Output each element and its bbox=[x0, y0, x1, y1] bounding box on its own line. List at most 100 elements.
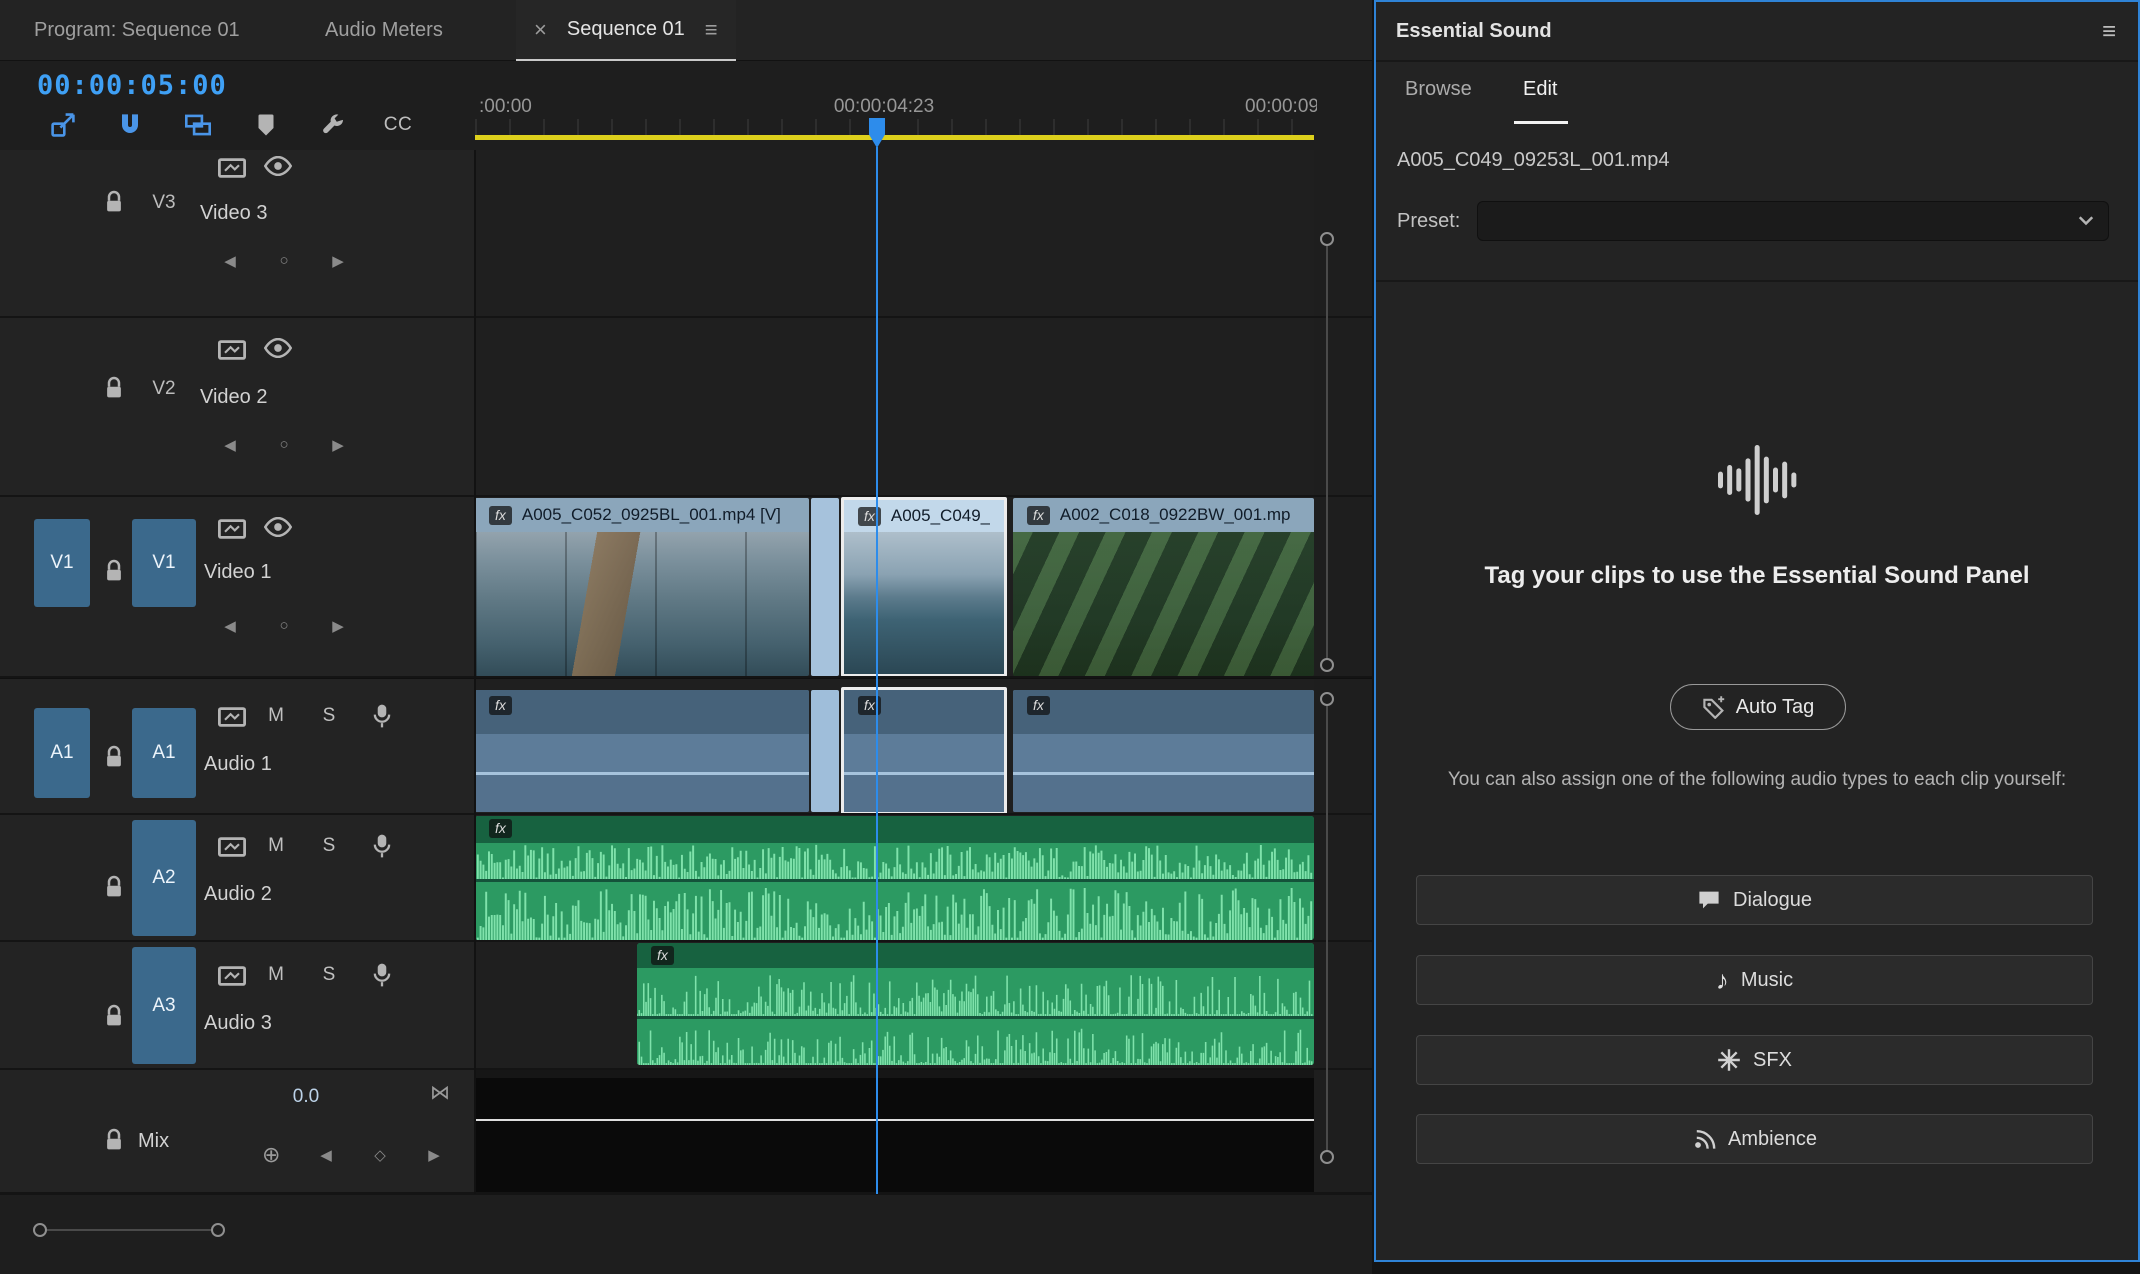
captions-icon[interactable]: CC bbox=[381, 109, 415, 141]
prev-keyframe-icon[interactable]: ◀ bbox=[218, 252, 242, 270]
add-keyframe-icon[interactable]: ○ bbox=[272, 617, 296, 635]
tab-browse[interactable]: Browse bbox=[1405, 78, 1472, 101]
track-content-a3[interactable]: fx bbox=[475, 942, 1314, 1068]
nest-toggle-icon[interactable] bbox=[46, 109, 80, 141]
fx-badge[interactable]: fx bbox=[1027, 505, 1050, 525]
prev-keyframe-icon[interactable]: ◀ bbox=[218, 436, 242, 454]
video-scrollbar[interactable] bbox=[1326, 246, 1328, 659]
timeline-settings-icon[interactable] bbox=[316, 109, 350, 141]
fx-badge[interactable]: fx bbox=[489, 819, 512, 838]
lock-icon[interactable] bbox=[104, 190, 124, 214]
track-content-mix[interactable] bbox=[475, 1070, 1314, 1192]
track-content-v3[interactable] bbox=[475, 150, 1314, 316]
track-target-a1[interactable]: A1 bbox=[132, 708, 196, 798]
fx-badge[interactable]: fx bbox=[489, 505, 512, 525]
track-content-a2[interactable]: fx bbox=[475, 815, 1314, 940]
transition-band[interactable] bbox=[811, 690, 839, 812]
sync-lock-icon[interactable] bbox=[218, 158, 246, 178]
panel-menu-icon[interactable]: ≡ bbox=[705, 17, 718, 43]
scrollbar-handle[interactable] bbox=[1320, 658, 1334, 672]
linked-selection-icon[interactable] bbox=[181, 109, 215, 141]
video-clip-selected[interactable]: fx A005_C049_ bbox=[841, 497, 1007, 676]
tab-edit[interactable]: Edit bbox=[1523, 78, 1557, 101]
add-marker-icon[interactable] bbox=[249, 109, 283, 141]
panel-menu-icon[interactable]: ≡ bbox=[2102, 18, 2116, 46]
prev-keyframe-icon[interactable]: ◀ bbox=[314, 1146, 338, 1164]
track-content-v2[interactable] bbox=[475, 318, 1314, 495]
zoom-handle-right[interactable] bbox=[211, 1223, 225, 1237]
lock-icon[interactable] bbox=[104, 1004, 124, 1028]
sync-lock-icon[interactable] bbox=[218, 966, 246, 986]
track-target-v1[interactable]: V1 bbox=[132, 519, 196, 607]
voiceover-mic-icon[interactable] bbox=[372, 833, 392, 859]
audio-clip-selected[interactable]: fx bbox=[841, 687, 1007, 813]
playhead[interactable] bbox=[869, 118, 885, 148]
volume-automation-line[interactable] bbox=[475, 1119, 1314, 1121]
tab-program-monitor[interactable]: Program: Sequence 01 bbox=[34, 0, 240, 61]
close-icon[interactable]: × bbox=[534, 17, 547, 43]
keyframe-range-icon[interactable]: ⋈ bbox=[430, 1080, 450, 1105]
mute-button[interactable]: M bbox=[263, 705, 289, 727]
solo-button[interactable]: S bbox=[316, 705, 342, 727]
preset-dropdown[interactable] bbox=[1477, 201, 2109, 241]
track-target-a2[interactable]: A2 bbox=[132, 820, 196, 936]
sync-lock-icon[interactable] bbox=[218, 519, 246, 539]
keyframe-diamond-icon[interactable]: ◇ bbox=[368, 1146, 392, 1164]
audio-clip[interactable]: fx bbox=[1013, 690, 1314, 812]
fx-badge[interactable]: fx bbox=[489, 696, 512, 715]
fx-badge[interactable]: fx bbox=[651, 946, 674, 965]
audio-clip[interactable]: fx bbox=[475, 690, 809, 812]
ambience-button[interactable]: Ambience bbox=[1416, 1114, 2093, 1164]
sync-lock-icon[interactable] bbox=[218, 837, 246, 857]
lock-icon[interactable] bbox=[104, 745, 124, 769]
add-keyframe-icon[interactable]: ○ bbox=[272, 252, 296, 270]
voiceover-mic-icon[interactable] bbox=[372, 703, 392, 729]
zoom-scrollbar[interactable] bbox=[46, 1229, 218, 1231]
video-clip[interactable]: fx A002_C018_0922BW_001.mp bbox=[1013, 498, 1314, 676]
track-target-v3[interactable]: V3 bbox=[132, 192, 196, 214]
next-keyframe-icon[interactable]: ▶ bbox=[422, 1146, 446, 1164]
playhead-timecode[interactable]: 00:00:05:00 bbox=[37, 70, 227, 101]
mix-gain-value[interactable]: 0.0 bbox=[282, 1086, 330, 1108]
source-patch-v1[interactable]: V1 bbox=[34, 519, 90, 607]
add-keyframe-icon[interactable]: ○ bbox=[272, 436, 296, 454]
work-area-bar[interactable] bbox=[475, 135, 1314, 140]
next-keyframe-icon[interactable]: ▶ bbox=[326, 252, 350, 270]
audio-clip-green[interactable]: fx bbox=[475, 816, 1314, 940]
fx-badge[interactable]: fx bbox=[1027, 696, 1050, 715]
track-target-a3[interactable]: A3 bbox=[132, 947, 196, 1064]
sfx-button[interactable]: SFX bbox=[1416, 1035, 2093, 1085]
lock-icon[interactable] bbox=[104, 559, 124, 583]
track-output-eye-icon[interactable] bbox=[264, 517, 292, 537]
solo-button[interactable]: S bbox=[316, 964, 342, 986]
solo-button[interactable]: S bbox=[316, 835, 342, 857]
voiceover-mic-icon[interactable] bbox=[372, 962, 392, 988]
mute-button[interactable]: M bbox=[263, 835, 289, 857]
lock-icon[interactable] bbox=[104, 1128, 124, 1152]
audio-clip-green[interactable]: fx bbox=[637, 943, 1314, 1065]
music-button[interactable]: ♪ Music bbox=[1416, 955, 2093, 1005]
scrollbar-handle[interactable] bbox=[1320, 1150, 1334, 1164]
sync-lock-icon[interactable] bbox=[218, 707, 246, 727]
tab-audio-meters[interactable]: Audio Meters bbox=[325, 0, 443, 61]
scrollbar-handle[interactable] bbox=[1320, 692, 1334, 706]
tab-sequence-01[interactable]: × Sequence 01 ≡ bbox=[516, 0, 736, 61]
dialogue-button[interactable]: Dialogue bbox=[1416, 875, 2093, 925]
auto-tag-button[interactable]: Auto Tag bbox=[1670, 684, 1846, 730]
lock-icon[interactable] bbox=[104, 376, 124, 400]
track-output-eye-icon[interactable] bbox=[264, 338, 292, 358]
transition-band[interactable] bbox=[811, 498, 839, 676]
track-target-v2[interactable]: V2 bbox=[132, 378, 196, 400]
track-content-a1[interactable]: fx fx fx bbox=[475, 679, 1314, 813]
sync-lock-icon[interactable] bbox=[218, 340, 246, 360]
scrollbar-handle[interactable] bbox=[1320, 232, 1334, 246]
prev-keyframe-icon[interactable]: ◀ bbox=[218, 617, 242, 635]
timeline-ruler[interactable]: :00:00 00:00:04:23 00:00:09: bbox=[475, 61, 1317, 150]
zoom-handle-left[interactable] bbox=[33, 1223, 47, 1237]
track-output-eye-icon[interactable] bbox=[264, 156, 292, 176]
lock-icon[interactable] bbox=[104, 875, 124, 899]
snap-icon[interactable] bbox=[113, 109, 147, 141]
next-keyframe-icon[interactable]: ▶ bbox=[326, 436, 350, 454]
add-keyframe-icon[interactable]: ⊕ bbox=[262, 1142, 280, 1168]
next-keyframe-icon[interactable]: ▶ bbox=[326, 617, 350, 635]
